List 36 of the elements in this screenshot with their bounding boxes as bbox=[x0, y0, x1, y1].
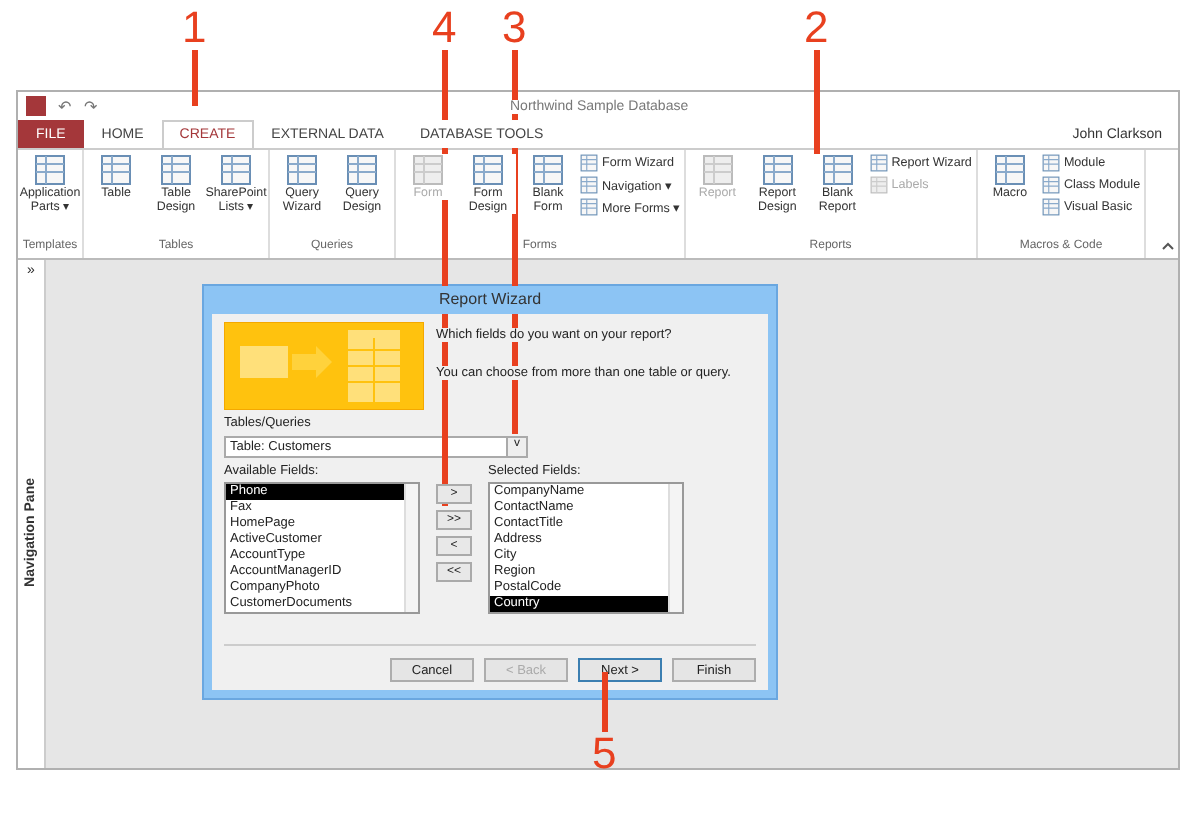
quick-access-button[interactable]: ↷ bbox=[84, 97, 98, 115]
scrollbar[interactable] bbox=[404, 484, 418, 612]
document-icon bbox=[346, 154, 378, 186]
document-icon bbox=[34, 154, 66, 186]
document-icon bbox=[993, 154, 1026, 186]
document-icon bbox=[1041, 198, 1060, 216]
document-icon bbox=[580, 198, 598, 216]
document-icon bbox=[286, 154, 318, 186]
document-icon bbox=[160, 154, 192, 186]
document-icon bbox=[869, 176, 888, 194]
document-icon bbox=[580, 154, 598, 172]
collapse-ribbon-icon[interactable] bbox=[1162, 242, 1174, 250]
document-icon bbox=[1041, 176, 1060, 194]
callout-number: 2 bbox=[804, 6, 829, 50]
callout-number: 3 bbox=[502, 6, 527, 50]
callout-number: 5 bbox=[592, 732, 617, 776]
dialog-title: Report Wizard bbox=[438, 286, 542, 314]
document-icon bbox=[100, 154, 132, 186]
scrollbar[interactable] bbox=[668, 484, 682, 612]
leader-line bbox=[191, 50, 198, 106]
document-icon bbox=[580, 176, 598, 194]
quick-access-button[interactable]: ↶ bbox=[58, 97, 72, 115]
document-icon bbox=[869, 154, 888, 172]
callout-number: 1 bbox=[182, 6, 207, 50]
callout-number: 4 bbox=[432, 6, 457, 50]
document-icon bbox=[1041, 154, 1060, 172]
document-icon bbox=[412, 154, 444, 186]
document-icon bbox=[701, 154, 734, 186]
document-icon bbox=[761, 154, 794, 186]
leader-line bbox=[601, 672, 608, 732]
app-icon bbox=[26, 96, 46, 116]
document-icon bbox=[472, 154, 504, 186]
document-icon bbox=[532, 154, 564, 186]
document-icon bbox=[821, 154, 854, 186]
document-icon bbox=[220, 154, 252, 186]
leader-line bbox=[813, 50, 820, 158]
